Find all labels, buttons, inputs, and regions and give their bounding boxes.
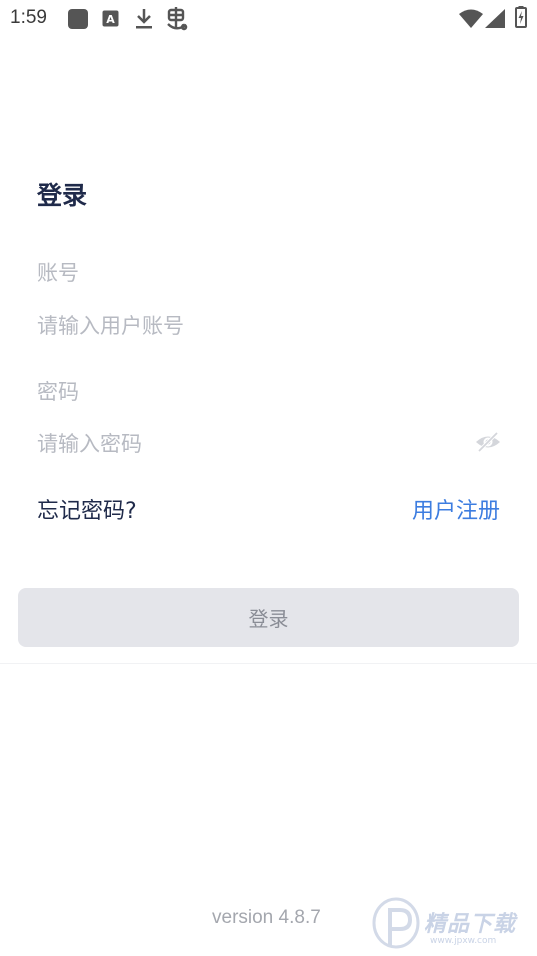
bug-icon bbox=[165, 6, 189, 36]
register-link[interactable]: 用户注册 bbox=[412, 493, 500, 525]
svg-text:A: A bbox=[106, 13, 115, 26]
account-input[interactable] bbox=[37, 308, 467, 344]
app-square-icon bbox=[67, 8, 89, 34]
forgot-password-link[interactable]: 忘记密码? bbox=[37, 493, 137, 525]
watermark-p-icon bbox=[372, 897, 420, 949]
password-label: 密码 bbox=[37, 380, 79, 404]
version-text: version 4.8.7 bbox=[212, 907, 321, 928]
watermark-url: www.jpxw.com bbox=[430, 936, 497, 946]
eye-off-icon bbox=[476, 431, 500, 453]
page-title: 登录 bbox=[37, 181, 88, 210]
login-button[interactable]: 登录 bbox=[18, 588, 519, 647]
wifi-icon bbox=[459, 9, 483, 32]
password-visibility-toggle[interactable] bbox=[474, 430, 502, 454]
account-label: 账号 bbox=[37, 261, 79, 285]
status-time: 1:59 bbox=[10, 7, 47, 28]
watermark-text: 精品下载 bbox=[424, 912, 517, 937]
login-screen: 1:59 A 登录 账号 密码 bbox=[0, 0, 537, 956]
divider bbox=[0, 663, 537, 664]
signal-icon bbox=[485, 9, 505, 32]
text-a-icon: A bbox=[102, 10, 119, 31]
password-input[interactable] bbox=[37, 426, 457, 462]
battery-charging-icon bbox=[515, 6, 527, 32]
download-icon bbox=[135, 8, 153, 34]
watermark-logo: 精品下载 www.jpxw.com bbox=[368, 896, 534, 954]
status-bar: 1:59 A bbox=[0, 0, 537, 38]
